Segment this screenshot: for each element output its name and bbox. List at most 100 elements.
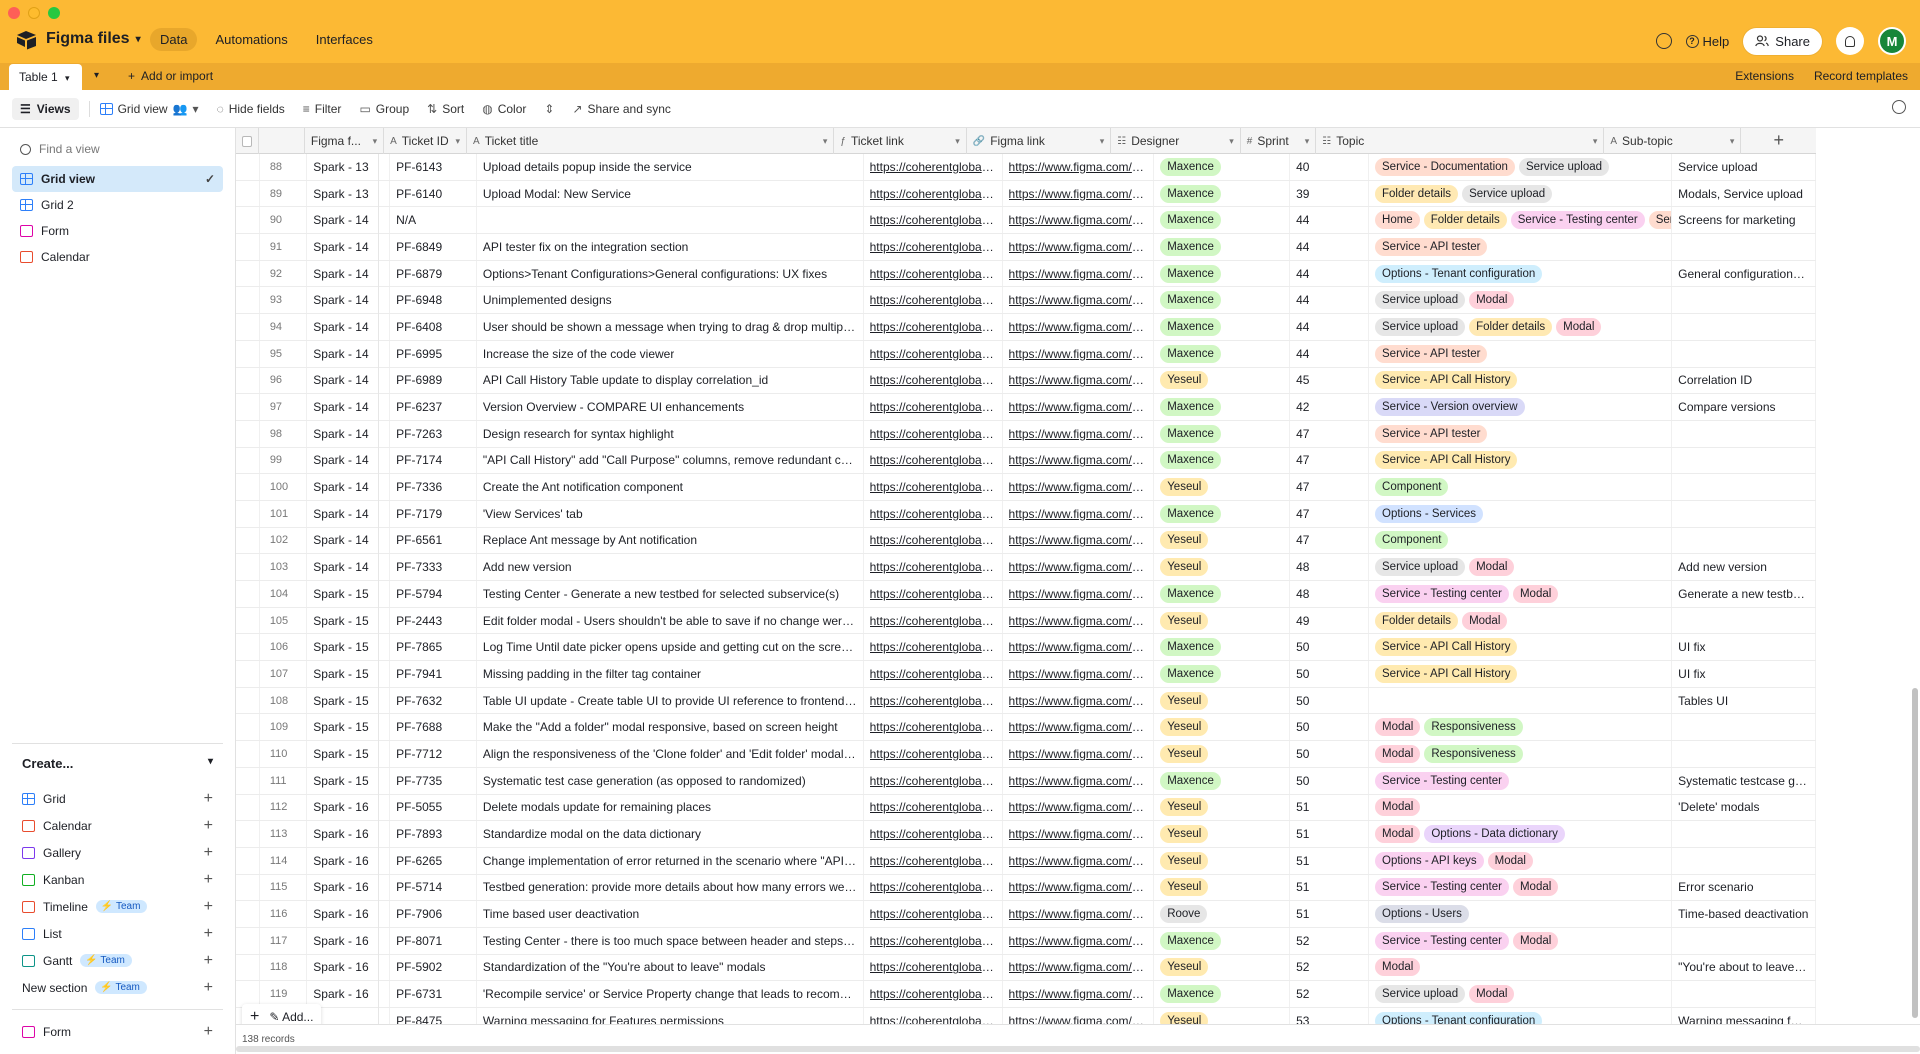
help-button[interactable]: ? Help [1685,34,1729,49]
cell-ticket-id[interactable]: PF-6989 [390,367,477,394]
cell-figma-link[interactable]: https://www.figma.com/fil... [1003,954,1155,981]
ticket-link[interactable]: https://coherentglobal.a... [870,934,996,948]
figma-link[interactable]: https://www.figma.com/fil... [1009,240,1148,254]
cell-ticket-title[interactable]: Unimplemented designs [477,287,864,314]
close-window-button[interactable] [8,7,20,19]
cell-ticket-id[interactable]: PF-7632 [390,687,477,714]
table-row[interactable]: 103 Spark - 14 PF-7333 Add new version https… [236,554,1816,581]
cell-ticket-id[interactable]: PF-2443 [390,607,477,634]
figma-link[interactable]: https://www.figma.com/fil... [1009,694,1148,708]
cell-ticket-id[interactable]: PF-5794 [390,581,477,607]
cell-sprint[interactable]: 50 [1290,661,1370,687]
cell-sprint[interactable]: 47 [1290,500,1370,527]
cell-sprint[interactable]: 39 [1290,180,1370,207]
figma-link[interactable]: https://www.figma.com/fil... [1009,880,1148,894]
figma-link[interactable]: https://www.figma.com/fil... [1009,427,1148,441]
figma-link[interactable]: https://www.figma.com/fil... [1009,854,1148,868]
cell-ticket-id[interactable]: PF-6265 [390,847,477,874]
horizontal-scrollbar[interactable] [236,1046,1920,1052]
cell-ticket-title[interactable]: Table UI update - Create table UI to pro… [477,687,864,714]
cell-figma-link[interactable]: https://www.figma.com/fil... [1003,420,1155,447]
cell-topic[interactable]: Options - API keys Modal [1369,847,1673,874]
cell-sprint[interactable]: 51 [1290,794,1370,821]
table-row[interactable]: 109 Spark - 15 PF-7688 Make the "Add a fold… [236,714,1816,742]
row-checkbox-cell[interactable] [236,607,260,634]
cell-ticket-link[interactable]: https://coherentglobal.a... [864,527,1003,554]
cell-designer[interactable]: Maxence [1154,287,1291,314]
cell-topic[interactable]: Component [1369,527,1673,554]
cell-ticket-link[interactable]: https://coherentglobal.a... [864,901,1003,927]
ticket-link[interactable]: https://coherentglobal.a... [870,774,996,788]
cell-sub-topic[interactable]: Systematic testcase gene... [1672,767,1816,794]
figma-link[interactable]: https://www.figma.com/fil... [1009,907,1148,921]
ticket-link[interactable]: https://coherentglobal.a... [870,800,996,814]
table-row[interactable]: 119 Spark - 16 PF-6731 'Recompile service' … [236,981,1816,1008]
cell-ticket-link[interactable]: https://coherentglobal.a... [864,714,1003,741]
figma-link[interactable]: https://www.figma.com/fil... [1009,640,1148,654]
figma-link[interactable]: https://www.figma.com/fil... [1009,453,1148,467]
cell-ticket-link[interactable]: https://coherentglobal.a... [864,207,1003,234]
table-row[interactable]: 102 Spark - 14 PF-6561 Replace Ant message … [236,527,1816,555]
cell-figma-link[interactable]: https://www.figma.com/fil... [1003,661,1155,687]
cell-topic[interactable]: Options - Services [1369,500,1673,527]
tables-menu-chevron-icon[interactable]: ▾ [94,70,99,81]
cell-ticket-id[interactable]: PF-7688 [390,714,477,741]
cell-sub-topic[interactable] [1672,714,1816,741]
row-checkbox-cell[interactable] [236,527,260,554]
row-checkbox-cell[interactable] [236,741,260,767]
cell-figma-link[interactable]: https://www.figma.com/fil... [1003,207,1155,234]
cell-ticket-title[interactable]: Delete modals update for remaining place… [477,794,864,821]
cell-ticket-title[interactable]: Standardization of the "You're about to … [477,954,864,981]
cell-figma-link[interactable]: https://www.figma.com/fil... [1003,714,1155,741]
figma-link[interactable]: https://www.figma.com/fil... [1009,293,1148,307]
create-form-item[interactable]: Form + [12,1018,223,1045]
table-row[interactable]: 94 Spark - 14 PF-6408 User should be shown … [236,314,1816,341]
cell-ticket-title[interactable]: "API Call History" add "Call Purpose" co… [477,447,864,474]
cell-designer[interactable]: Maxence [1154,314,1291,340]
row-checkbox-cell[interactable] [236,821,260,847]
nav-interfaces[interactable]: Interfaces [306,28,383,51]
table-row[interactable]: 106 Spark - 15 PF-7865 Log Time Until date … [236,634,1816,662]
cell-designer[interactable]: Maxence [1154,661,1291,687]
table-row[interactable]: 104 Spark - 15 PF-5794 Testing Center - Gen… [236,581,1816,608]
filter-button[interactable]: ≡ Filter [303,102,342,116]
cell-designer[interactable]: Maxence [1154,260,1291,287]
cell-ticket-id[interactable]: PF-7735 [390,767,477,794]
cell-ticket-id[interactable]: PF-7179 [390,500,477,527]
cell-figma-link[interactable]: https://www.figma.com/fil... [1003,901,1155,927]
cell-designer[interactable]: Yeseul [1154,821,1291,847]
cell-sub-topic[interactable] [1672,527,1816,554]
cell-topic[interactable]: Service - Testing center Modal [1369,874,1673,901]
ticket-link[interactable]: https://coherentglobal.a... [870,987,996,1001]
cell-sprint[interactable]: 48 [1290,581,1370,607]
cell-ticket-title[interactable]: Upload details popup inside the service [477,154,864,180]
cell-ticket-title[interactable]: Systematic test case generation (as oppo… [477,767,864,794]
cell-figma-link[interactable]: https://www.figma.com/fil... [1003,394,1155,420]
ticket-link[interactable]: https://coherentglobal.a... [870,507,996,521]
cell-ticket-id[interactable]: PF-7941 [390,661,477,687]
minimize-window-button[interactable] [28,7,40,19]
cell-designer[interactable]: Yeseul [1154,794,1291,821]
notifications-button[interactable] [1836,27,1864,55]
ticket-link[interactable]: https://coherentglobal.a... [870,347,996,361]
view-item[interactable]: Grid 2 [12,192,223,218]
row-checkbox-cell[interactable] [236,367,260,394]
cell-figma-link[interactable]: https://www.figma.com/fil... [1003,340,1155,367]
add-or-import-button[interactable]: + Add or import [128,69,213,83]
cell-sub-topic[interactable]: "You're about to leave" s... [1672,954,1816,981]
cell-topic[interactable]: Options - Tenant configuration [1369,260,1673,287]
cell-sprint[interactable]: 44 [1290,260,1370,287]
cell-sprint[interactable]: 44 [1290,314,1370,340]
row-checkbox-cell[interactable] [236,420,260,447]
base-name-menu[interactable]: Figma files ▾ [46,30,141,48]
row-checkbox-cell[interactable] [236,474,260,500]
cell-designer[interactable]: Maxence [1154,500,1291,527]
row-checkbox-cell[interactable] [236,314,260,340]
cell-topic[interactable]: Service - Documentation Service upload [1369,154,1673,180]
cell-figma-link[interactable]: https://www.figma.com/fil... [1003,874,1155,901]
table-row[interactable]: 113 Spark - 16 PF-7893 Standardize modal on… [236,821,1816,848]
cell-sub-topic[interactable] [1672,420,1816,447]
cell-sprint[interactable]: 50 [1290,767,1370,794]
cell-sub-topic[interactable]: Compare versions [1672,394,1816,420]
ticket-link[interactable]: https://coherentglobal.a... [870,854,996,868]
